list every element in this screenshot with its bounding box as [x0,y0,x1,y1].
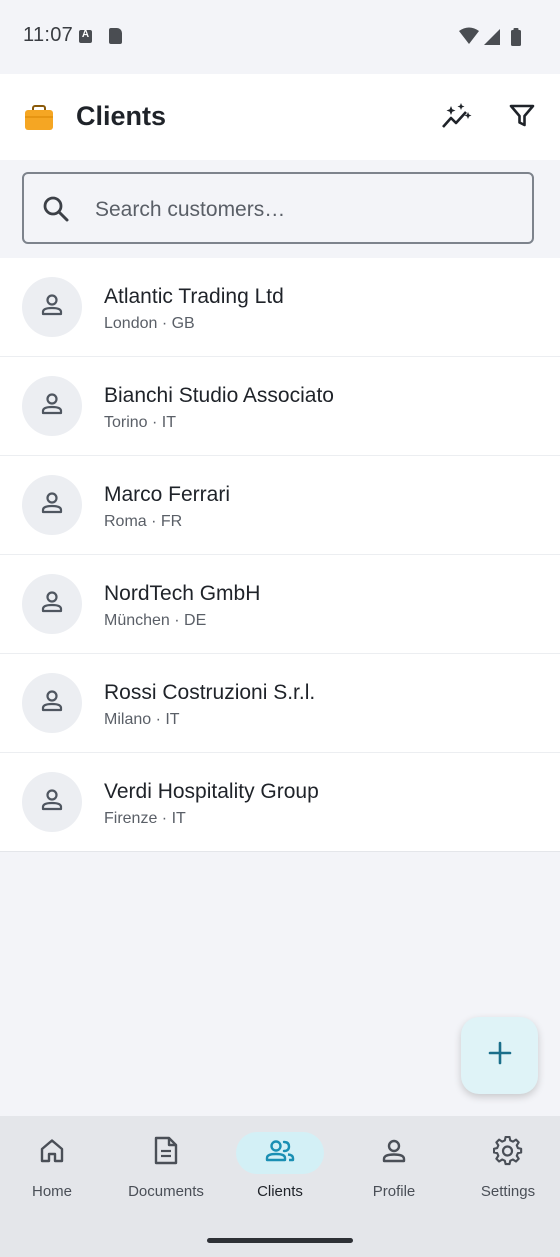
person-icon [39,391,65,422]
client-name: Bianchi Studio Associato [104,384,334,407]
search-icon [42,195,70,228]
client-location: Milano · IT [104,711,180,728]
client-location: Firenze · IT [104,810,186,827]
nav-item-documents[interactable]: Documents [110,1116,222,1216]
avatar [22,673,82,733]
person-icon [380,1137,408,1170]
client-location: München · DE [104,612,207,629]
sd-card-icon [109,28,122,44]
clients-screen: 11:07 A Clients Search customers… Atlant… [0,0,560,1257]
status-icons [458,27,524,52]
nav-label: Home [31,1183,72,1200]
nav-item-clients[interactable]: Clients [224,1116,336,1216]
nav-label: Profile [372,1183,416,1200]
client-name: Verdi Hospitality Group [104,780,319,803]
client-name: Atlantic Trading Ltd [104,285,284,308]
a-notification-icon: A [79,29,92,43]
nav-item-settings[interactable]: Settings [452,1116,560,1216]
search-box[interactable] [22,172,534,244]
nav-label: Settings [480,1183,536,1200]
client-list: Atlantic Trading Ltd London · GB Bianchi… [0,258,560,852]
client-row[interactable]: Bianchi Studio Associato Torino · IT [0,357,560,456]
home-indicator [207,1238,353,1243]
client-name: Marco Ferrari [104,483,231,506]
client-name: NordTech GmbH [104,582,261,605]
client-name: Rossi Costruzioni S.r.l. [104,681,316,704]
nav-icon-container [350,1132,438,1174]
filter-icon [509,103,535,134]
briefcase-icon [24,105,54,136]
avatar [22,772,82,832]
add-client-button[interactable] [461,1017,538,1094]
home-icon [38,1137,66,1170]
client-location: Roma · FR [104,513,183,530]
person-icon [39,292,65,323]
battery-icon [511,28,521,46]
page-title: Clients [76,101,167,131]
client-row[interactable]: NordTech GmbH München · DE [0,555,560,654]
nav-item-profile[interactable]: Profile [338,1116,450,1216]
insights-icon [441,102,473,135]
nav-icon-container [122,1132,210,1174]
nav-item-home[interactable]: Home [0,1116,108,1216]
signal-icon [484,29,500,45]
client-row[interactable]: Marco Ferrari Roma · FR [0,456,560,555]
avatar [22,277,82,337]
insights-button[interactable] [435,96,479,140]
gear-icon [492,1135,523,1171]
avatar [22,475,82,535]
nav-label: Documents [128,1183,204,1200]
status-time: 11:07 [23,24,74,46]
wifi-icon [459,27,479,44]
search-area [0,160,560,258]
nav-icon-container [464,1132,552,1174]
person-icon [39,688,65,719]
avatar [22,376,82,436]
nav-icon-container [236,1132,324,1174]
bottom-navigation: Home Documents Clients Profile Settings [0,1116,560,1257]
person-icon [39,787,65,818]
client-location: London · GB [104,315,195,332]
plus-icon [488,1041,512,1070]
filter-button[interactable] [500,96,544,140]
top-app-bar: Clients [0,74,560,160]
client-location: Torino · IT [104,414,177,431]
person-icon [39,589,65,620]
search-input[interactable] [93,192,517,228]
status-bar: 11:07 A [0,0,560,74]
nav-icon-container [8,1132,96,1174]
nav-label: Clients [257,1183,303,1200]
document-icon [153,1136,179,1171]
avatar [22,574,82,634]
client-row[interactable]: Verdi Hospitality Group Firenze · IT [0,753,560,851]
people-icon [264,1138,296,1169]
person-icon [39,490,65,521]
client-row[interactable]: Rossi Costruzioni S.r.l. Milano · IT [0,654,560,753]
client-row[interactable]: Atlantic Trading Ltd London · GB [0,258,560,357]
